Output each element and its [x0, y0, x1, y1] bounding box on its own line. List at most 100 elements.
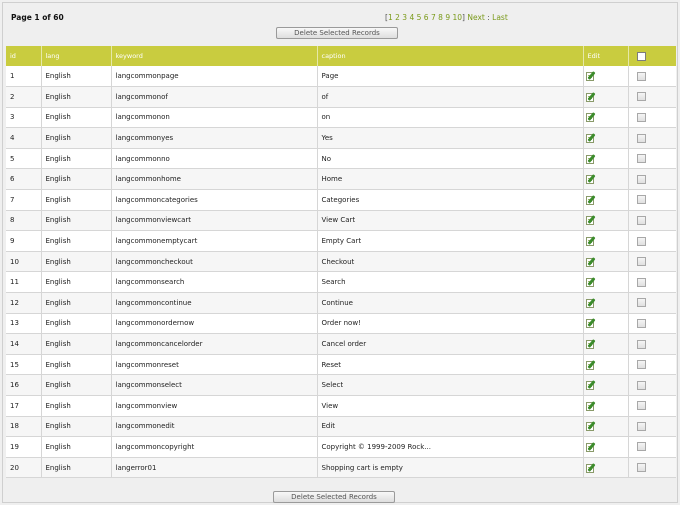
- row-select-checkbox[interactable]: [636, 442, 646, 452]
- page-link-5[interactable]: 5: [417, 13, 422, 22]
- edit-icon[interactable]: [585, 359, 596, 370]
- column-header-caption[interactable]: caption: [317, 46, 584, 66]
- row-select-checkbox[interactable]: [636, 360, 646, 370]
- cell-keyword: langcommonordernow: [111, 313, 318, 335]
- row-select-checkbox[interactable]: [636, 236, 646, 246]
- cell-id: 2: [6, 86, 42, 108]
- column-header-lang[interactable]: lang: [41, 46, 112, 66]
- cell-select: [628, 230, 676, 252]
- table-header-row: id lang keyword caption Edit: [6, 46, 676, 66]
- cell-keyword: langerror01: [111, 457, 318, 479]
- row-select-checkbox[interactable]: [636, 71, 646, 81]
- page-link-2[interactable]: 2: [395, 13, 400, 22]
- edit-icon[interactable]: [585, 462, 596, 473]
- cell-keyword: langcommonyes: [111, 127, 318, 149]
- table-row: 17 English langcommonview View: [6, 395, 676, 417]
- table-row: 6 English langcommonhome Home: [6, 168, 676, 191]
- cell-keyword: langcommoncopyright: [111, 436, 318, 458]
- page-link-10[interactable]: 10: [452, 13, 462, 22]
- edit-icon[interactable]: [585, 421, 596, 432]
- cell-caption: Copyright © 1999-2009 Rock...: [317, 436, 584, 458]
- edit-icon[interactable]: [585, 277, 596, 288]
- column-header-id[interactable]: id: [6, 46, 42, 66]
- cell-caption: Categories: [317, 189, 584, 211]
- row-select-checkbox[interactable]: [636, 257, 646, 267]
- edit-icon[interactable]: [585, 256, 596, 267]
- cell-keyword: langcommoncontinue: [111, 292, 318, 314]
- cell-select: [628, 168, 676, 191]
- cell-select: [628, 210, 676, 232]
- next-link[interactable]: Next: [467, 13, 484, 22]
- row-select-checkbox[interactable]: [636, 112, 646, 122]
- row-select-checkbox[interactable]: [636, 380, 646, 390]
- edit-icon[interactable]: [585, 380, 596, 391]
- page-link-3[interactable]: 3: [402, 13, 407, 22]
- row-select-checkbox[interactable]: [636, 318, 646, 328]
- page-link-4[interactable]: 4: [409, 13, 414, 22]
- row-select-checkbox[interactable]: [636, 133, 646, 143]
- cell-edit: [583, 168, 629, 191]
- edit-icon[interactable]: [585, 174, 596, 185]
- cell-select: [628, 251, 676, 273]
- select-all-checkbox[interactable]: [636, 51, 646, 61]
- page-link-7[interactable]: 7: [431, 13, 436, 22]
- edit-icon[interactable]: [585, 339, 596, 350]
- table-row: 9 English langcommonemptycart Empty Cart: [6, 230, 676, 252]
- delete-selected-button-top[interactable]: Delete Selected Records: [276, 27, 398, 39]
- page-link-6[interactable]: 6: [424, 13, 429, 22]
- table-row: 19 English langcommoncopyright Copyright © …: [6, 436, 676, 458]
- edit-icon[interactable]: [585, 112, 596, 123]
- delete-selected-button-bottom[interactable]: Delete Selected Records: [273, 491, 395, 503]
- cell-id: 6: [6, 168, 42, 191]
- row-select-checkbox[interactable]: [636, 174, 646, 184]
- column-header-keyword[interactable]: keyword: [111, 46, 318, 66]
- cell-caption: Page: [317, 66, 584, 88]
- cell-keyword: langcommonof: [111, 86, 318, 108]
- row-select-checkbox[interactable]: [636, 92, 646, 102]
- cell-edit: [583, 271, 629, 294]
- edit-icon[interactable]: [585, 442, 596, 452]
- table-row: 1 English langcommonpage Page: [6, 66, 676, 88]
- edit-icon[interactable]: [585, 71, 596, 82]
- page-link-8[interactable]: 8: [438, 13, 443, 22]
- edit-icon[interactable]: [585, 297, 596, 308]
- row-select-checkbox[interactable]: [636, 463, 646, 473]
- row-select-checkbox[interactable]: [636, 298, 646, 308]
- pagination: [1 2 3 4 5 6 7 8 9 10] Next : Last: [385, 13, 508, 22]
- edit-icon[interactable]: [585, 215, 596, 226]
- cell-select: [628, 436, 676, 458]
- pager-close-bracket: ]: [462, 13, 465, 22]
- row-select-checkbox[interactable]: [636, 154, 646, 164]
- cell-lang: English: [41, 66, 112, 88]
- edit-icon[interactable]: [585, 400, 596, 411]
- page-link-9[interactable]: 9: [445, 13, 450, 22]
- cell-id: 17: [6, 395, 42, 417]
- row-select-checkbox[interactable]: [636, 401, 646, 411]
- cell-keyword: langcommonemptycart: [111, 230, 318, 252]
- cell-lang: English: [41, 230, 112, 252]
- edit-icon[interactable]: [585, 91, 596, 102]
- row-select-checkbox[interactable]: [636, 215, 646, 225]
- table-row: 2 English langcommonof of: [6, 86, 676, 108]
- row-select-checkbox[interactable]: [636, 421, 646, 431]
- cell-id: 20: [6, 457, 42, 479]
- last-link[interactable]: Last: [492, 13, 508, 22]
- cell-keyword: langcommonpage: [111, 66, 318, 88]
- row-select-checkbox[interactable]: [636, 195, 646, 205]
- edit-icon[interactable]: [585, 153, 596, 164]
- cell-id: 19: [6, 436, 42, 458]
- edit-icon[interactable]: [585, 133, 596, 144]
- cell-caption: Select: [317, 374, 584, 396]
- cell-lang: English: [41, 271, 112, 294]
- cell-edit: [583, 230, 629, 252]
- cell-caption: Order now!: [317, 313, 584, 335]
- edit-icon[interactable]: [585, 194, 596, 205]
- row-select-checkbox[interactable]: [636, 339, 646, 349]
- page-link-1[interactable]: 1: [388, 13, 393, 22]
- cell-edit: [583, 66, 629, 88]
- table-row: 3 English langcommonon on: [6, 107, 676, 129]
- edit-icon[interactable]: [585, 318, 596, 329]
- table-row: 5 English langcommonno No: [6, 148, 676, 170]
- row-select-checkbox[interactable]: [636, 277, 646, 287]
- edit-icon[interactable]: [585, 236, 596, 247]
